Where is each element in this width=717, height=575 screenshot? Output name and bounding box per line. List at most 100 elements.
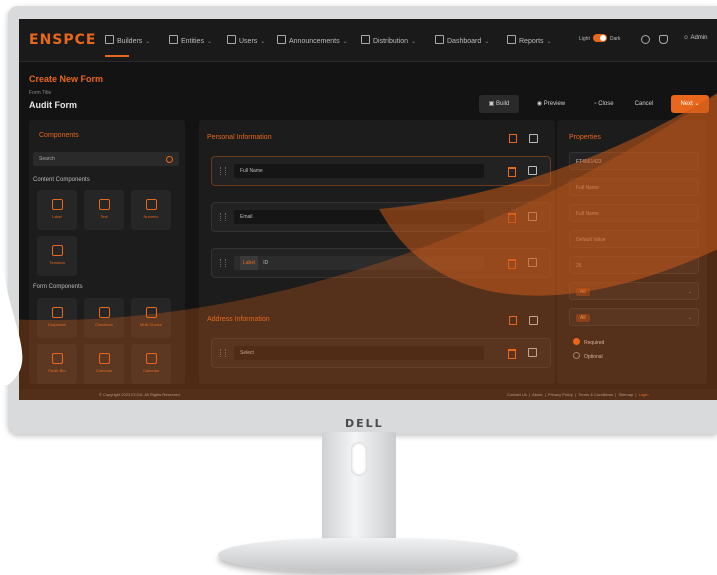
nav-dashboard[interactable]: Dashboard ⌄ (435, 35, 489, 45)
next-button[interactable]: Next ⌄ (671, 95, 709, 113)
numeric-icon (145, 199, 157, 210)
form-title-value[interactable]: Audit Form (29, 100, 77, 110)
chevron-down-icon: ⌄ (411, 39, 417, 45)
preview-button[interactable]: ◉ Preview (531, 95, 571, 113)
component-label-tile[interactable]: Label (37, 190, 77, 230)
footer-link-about[interactable]: About (532, 392, 542, 397)
prop-select-2[interactable]: All ⌄ (569, 308, 699, 326)
bell-icon[interactable] (659, 35, 668, 44)
theme-dark-label: Dark (609, 36, 621, 42)
footer-link-privacy[interactable]: Privacy Policy (548, 392, 573, 397)
content-components-heading: Content Components (33, 177, 90, 183)
delete-icon[interactable] (508, 259, 516, 269)
nav-announcements[interactable]: Announcements ⌄ (277, 35, 348, 45)
field-full-name[interactable]: Full Name (211, 156, 551, 186)
component-multichoice-tile[interactable]: Multi Choice (131, 298, 171, 338)
tile-label: Dropdown (47, 322, 67, 327)
component-text-tile[interactable]: Text (84, 190, 124, 230)
field-select-input[interactable]: Select (234, 346, 484, 360)
build-button[interactable]: ▣ Build (479, 95, 519, 113)
field-input[interactable]: Label ID (234, 256, 484, 270)
copy-section-icon[interactable] (529, 134, 538, 143)
multichoice-icon (145, 307, 157, 318)
component-calendar-tile-2[interactable]: Calendar (131, 344, 171, 384)
theme-switch[interactable]: Light Dark (579, 34, 620, 42)
component-dropdown-tile[interactable]: Dropdown (37, 298, 77, 338)
copy-icon[interactable] (528, 258, 537, 267)
delete-icon[interactable] (508, 349, 516, 359)
nav-label: Entities (181, 38, 204, 45)
delete-section-icon[interactable] (509, 134, 517, 143)
prop-max-length[interactable]: 25 (569, 256, 699, 274)
copy-section-icon[interactable] (529, 316, 538, 325)
component-numeric-tile[interactable]: Numeric (131, 190, 171, 230)
delete-section-icon[interactable] (509, 316, 517, 325)
footer-link-contact[interactable]: Contact Us (507, 392, 527, 397)
nav-users[interactable]: Users ⌄ (227, 35, 265, 45)
nav-entities[interactable]: Entities ⌄ (169, 35, 212, 45)
component-radio-tile[interactable]: Radio Btn (37, 344, 77, 384)
section-title-personal: Personal Information (207, 134, 272, 141)
user-name: Admin (690, 35, 708, 41)
components-panel: Components Search Content Components Lab… (29, 120, 185, 384)
monitor-stand-base (218, 538, 518, 572)
nav-builders[interactable]: Builders ⌄ (105, 35, 150, 45)
builder-icon (105, 35, 114, 44)
nav-reports[interactable]: Reports ⌄ (507, 35, 552, 45)
radio-optional[interactable]: Optional (573, 352, 603, 360)
field-select[interactable]: Select (211, 338, 551, 368)
radio-required[interactable]: Required (573, 338, 604, 346)
component-calendar-tile[interactable]: Calendar (84, 344, 124, 384)
cancel-button[interactable]: Cancel (631, 95, 657, 113)
users-icon (227, 35, 236, 44)
field-email[interactable]: Email (211, 202, 551, 232)
copyright-text: © Copyright 2023 ECDA. All Rights Reserv… (99, 392, 181, 397)
app-screen: ENSPCE Builders ⌄ Entities ⌄ Users ⌄ Announ… (19, 19, 717, 400)
component-textarea-tile[interactable]: Textarea (37, 236, 77, 276)
nav-label: Reports (519, 38, 544, 45)
theme-light-label: Light (579, 36, 590, 42)
footer-link-login[interactable]: Login (639, 392, 649, 397)
copy-icon[interactable] (528, 166, 537, 175)
drag-handle-icon[interactable] (220, 259, 226, 267)
drag-handle-icon[interactable] (220, 167, 226, 175)
field-id[interactable]: Label ID (211, 248, 551, 278)
prop-select-1[interactable]: All ⌄ (569, 282, 699, 300)
copy-icon[interactable] (528, 212, 537, 221)
close-button[interactable]: ▫ Close (589, 95, 619, 113)
component-search-input[interactable]: Search (33, 152, 179, 166)
prop-placeholder[interactable]: Full Name (569, 204, 699, 222)
app-logo[interactable]: ENSPCE (29, 32, 96, 48)
field-input[interactable]: Full Name (234, 164, 484, 178)
prop-label[interactable]: Full Name (569, 178, 699, 196)
selected-pill: All (576, 314, 590, 322)
prop-default-value[interactable]: Default Value (569, 230, 699, 248)
properties-panel: Properties FT4561423 Full Name Full Name… (557, 120, 707, 384)
tile-label: Textarea (49, 260, 65, 265)
prop-field-id[interactable]: FT4561423 (569, 152, 699, 170)
theme-toggle[interactable] (592, 34, 607, 42)
eye-icon: ◉ (536, 101, 544, 107)
delete-icon[interactable] (508, 167, 516, 177)
nav-label: Distribution (373, 38, 409, 45)
radio-off-icon (573, 352, 580, 359)
footer-link-sitemap[interactable]: Sitemap (619, 392, 634, 397)
tile-label: Numeric (143, 214, 159, 219)
settings-icon[interactable] (641, 35, 650, 44)
drag-handle-icon[interactable] (220, 213, 226, 221)
chevron-down-icon: ⌄ (546, 39, 552, 45)
chevron-down-icon: ⌄ (342, 39, 348, 45)
copy-icon[interactable] (528, 348, 537, 357)
nav-label: Builders (117, 38, 143, 45)
component-checkbox-tile[interactable]: Checkbox (84, 298, 124, 338)
field-input[interactable]: Email (234, 210, 484, 224)
delete-icon[interactable] (508, 213, 516, 223)
nav-distribution[interactable]: Distribution ⌄ (361, 35, 416, 45)
drag-handle-icon[interactable] (220, 349, 226, 357)
close-label: Close (598, 101, 614, 107)
user-menu[interactable]: ☺ Admin (683, 35, 707, 41)
footer-link-terms[interactable]: Terms & Conditions (578, 392, 613, 397)
preview-label: Preview (543, 101, 566, 107)
chevron-down-icon: ⌄ (206, 39, 212, 45)
dashboard-icon (435, 35, 444, 44)
